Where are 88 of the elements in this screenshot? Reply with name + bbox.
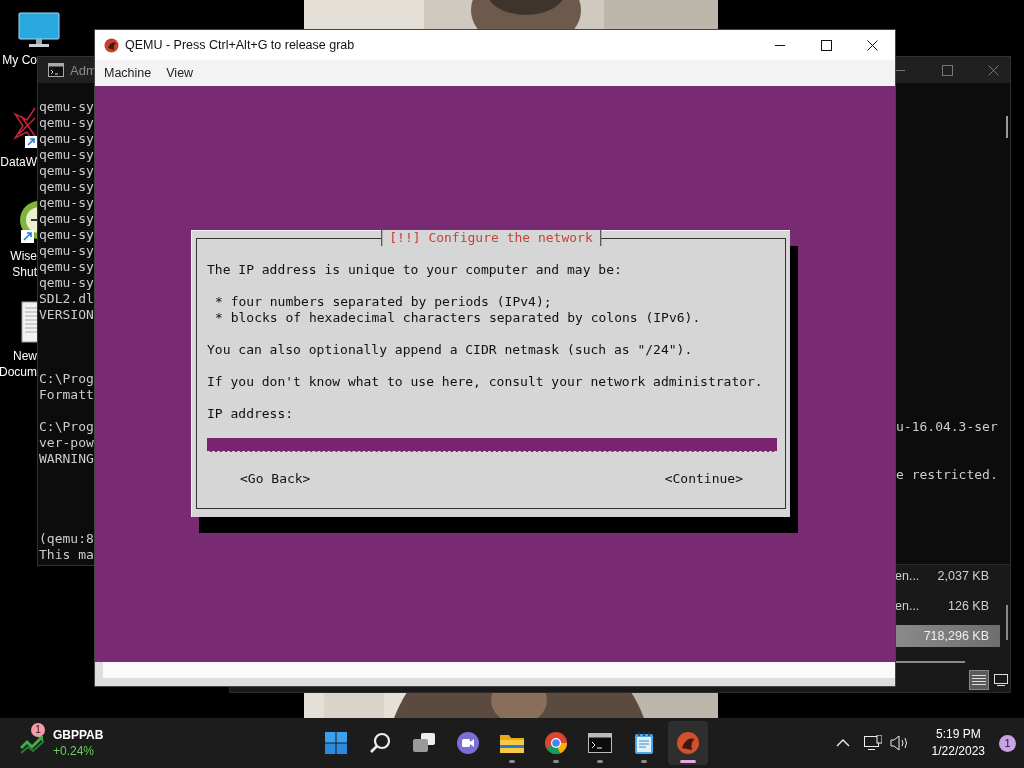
folder-icon <box>499 732 525 754</box>
search-icon <box>369 732 391 754</box>
console-line: u-16.04.3-ser <box>896 419 998 435</box>
list-icon <box>972 674 986 686</box>
console-line: qemu-sy <box>38 243 94 259</box>
file-size: 718,296 KB <box>923 629 989 643</box>
file-size: 126 KB <box>948 599 989 613</box>
details-view-button[interactable] <box>969 670 989 690</box>
video-camera-icon <box>456 731 480 755</box>
menu-item[interactable]: Machine <box>97 66 159 80</box>
icon-label: My Co <box>2 52 37 68</box>
network-icon[interactable] <box>863 735 882 751</box>
ticker-change: +0.24% <box>53 743 96 759</box>
file-row[interactable]: en... 126 KB <box>895 595 1000 617</box>
document-icon <box>21 300 37 344</box>
console-line: qemu-sy <box>38 275 94 291</box>
notification-badge: 1 <box>31 723 45 737</box>
chevron-up-icon[interactable] <box>835 738 850 748</box>
console-line: WARNING <box>38 451 94 467</box>
console-line: (qemu:8 <box>38 531 94 547</box>
console-line: Formatt <box>38 387 94 403</box>
console-line: VERSION <box>38 307 94 323</box>
qemu-button[interactable] <box>668 721 708 765</box>
console-line: qemu-sy <box>38 131 94 147</box>
scrollbar-thumb <box>895 661 965 663</box>
icon-label: New Docum <box>0 348 37 380</box>
monitor-icon <box>994 674 1008 686</box>
scrollbar-thumb <box>1006 605 1008 640</box>
console-line: ver-pow <box>38 435 94 451</box>
tiles-icon <box>325 732 347 754</box>
volume-icon[interactable] <box>889 735 910 751</box>
ticker-symbol: GBPPAB <box>53 727 104 743</box>
console-line: SDL2.dl <box>38 291 94 307</box>
app-logo-icon <box>104 37 119 53</box>
console-line: C:\Prog <box>38 371 94 387</box>
console-line: e restricted. <box>896 467 998 483</box>
file-row[interactable]: 718,296 KB <box>895 625 1000 647</box>
continue-button[interactable]: <Continue> <box>664 471 743 487</box>
app-logo-icon <box>676 731 700 755</box>
dialog-text: You can also optionally append a CIDR netmask (such as "/24"). <box>207 342 694 358</box>
console-line: qemu-sy <box>38 99 94 115</box>
back-button[interactable]: <Go Back> <box>240 471 311 487</box>
console-line: qemu-sy <box>38 227 94 243</box>
running-indicator <box>641 760 647 763</box>
console-line: qemu-sy <box>38 195 94 211</box>
file-row[interactable]: en... 2,037 KB <box>895 565 1000 587</box>
file-name: en... <box>895 569 920 583</box>
window-title: QEMU - Press Ctrl+Alt+G to release grab <box>125 38 355 52</box>
console-line: qemu-sy <box>38 259 94 275</box>
app-icon <box>13 106 37 150</box>
running-indicator <box>597 760 603 763</box>
running-indicator <box>509 760 515 763</box>
console-line: qemu-sy <box>38 147 94 163</box>
console-line: qemu-sy <box>38 179 94 195</box>
icon-label: Wise Shut <box>10 248 37 280</box>
dialog-text: The IP address is unique to your computer and may be: <box>207 262 623 278</box>
console-line: qemu-sy <box>38 163 94 179</box>
maximize-icon <box>942 64 953 76</box>
bullet-text: * blocks of hexadecimal characters separated by colons (IPv6). <box>214 310 702 326</box>
maximize-icon <box>820 39 832 51</box>
clock-time: 5:19 PM <box>934 726 982 743</box>
console-line: qemu-sy <box>38 211 94 227</box>
close-icon <box>866 39 878 51</box>
running-indicator <box>553 760 559 763</box>
clock-date: 1/22/2023 <box>931 743 985 760</box>
overlapping-squares-icon <box>412 732 436 754</box>
running-indicator <box>680 760 696 763</box>
minimize-icon <box>895 69 905 71</box>
notification-badge[interactable]: 1 <box>999 734 1016 752</box>
console-line: This ma <box>38 547 94 563</box>
computer-icon <box>18 12 60 48</box>
icon-label: DataW <box>0 154 37 170</box>
console-line: C:\Prog <box>38 419 94 435</box>
menu-item[interactable]: View <box>159 66 201 80</box>
file-size: 2,037 KB <box>937 569 989 583</box>
scrollbar-thumb <box>1006 116 1008 138</box>
bullet-text: * four numbers separated by periods (IPv4); <box>214 294 553 310</box>
terminal-icon <box>48 63 64 77</box>
field-label: IP address: <box>207 406 295 422</box>
browser-icon <box>544 731 568 755</box>
input-field[interactable] <box>207 438 777 452</box>
dialog-title: [!!] Configure the network <box>381 230 601 246</box>
file-name: en... <box>895 599 920 613</box>
terminal-icon <box>588 733 612 753</box>
console-line: qemu-sy <box>38 115 94 131</box>
dialog-text: If you don't know what to use here, consult your network administrator. <box>207 374 764 390</box>
notepad-icon <box>634 731 654 755</box>
close-icon <box>988 64 999 76</box>
